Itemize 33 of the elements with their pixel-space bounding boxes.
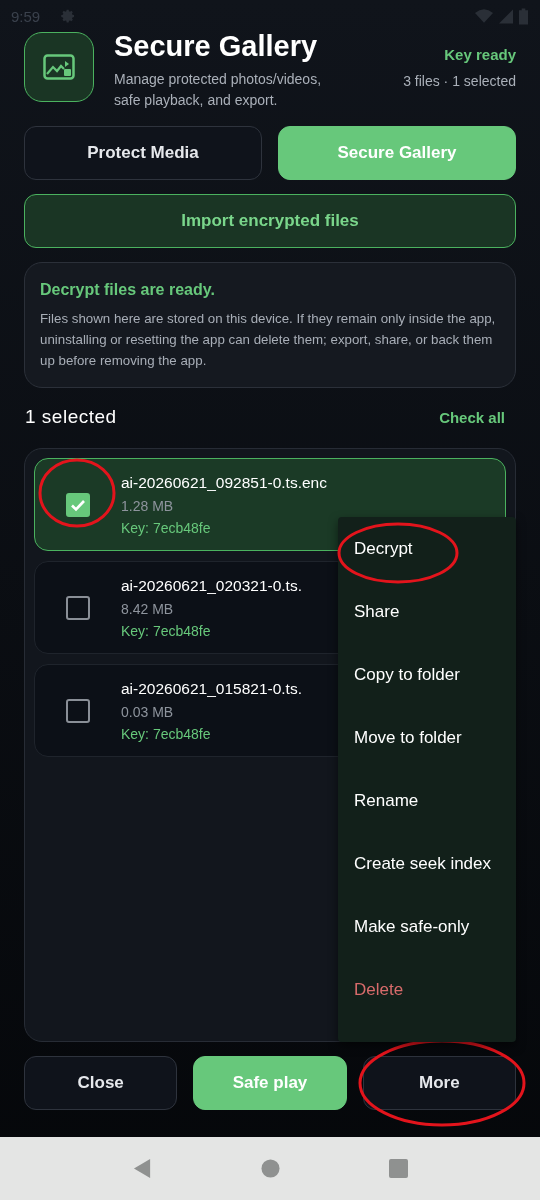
menu-item[interactable]: Make safe-only	[338, 906, 516, 948]
notice-title: Decrypt files are ready.	[40, 281, 216, 299]
file-size: 1.28 MB	[121, 497, 175, 514]
selection-count: 1 selected	[25, 406, 117, 428]
file-size: 0.03 MB	[121, 703, 175, 720]
menu-item[interactable]: Rename	[338, 780, 516, 822]
file-key: Key: 7ecb48fe	[121, 519, 327, 536]
file-name: ai-20260621_092851-0.ts.enc	[121, 473, 327, 492]
notice-text: Files shown here are stored on this device. If they remain only inside the app, uninstalling or resetting the app can delete them; export, share, or back them up before removing the app.	[40, 310, 497, 370]
file-key: Key: 7ecb48fe	[121, 725, 302, 742]
app-title: Secure Gallery	[114, 30, 319, 63]
check-all-link[interactable]: Check all	[439, 408, 505, 426]
action-button[interactable]: Close	[24, 1056, 178, 1110]
menu-item[interactable]: Delete	[338, 969, 516, 1011]
battery-icon	[519, 7, 528, 25]
file-name: ai-20260621_015821-0.ts.	[121, 679, 302, 698]
file-name: ai-20260621_020321-0.ts.	[121, 576, 302, 595]
file-counts: 3 files · 1 selected	[403, 73, 516, 89]
action-button[interactable]: More	[362, 1056, 516, 1110]
checkbox[interactable]	[66, 698, 90, 723]
file-key: Key: 7ecb48fe	[121, 622, 302, 639]
import-button[interactable]: Import encrypted files	[24, 194, 516, 248]
key-status: Key ready	[443, 46, 516, 63]
settings-icon	[60, 8, 77, 24]
wifi-icon	[475, 8, 493, 24]
checkbox[interactable]	[66, 595, 90, 620]
app-subtitle: Manage protected photos/videos, safe playback, and export.	[114, 70, 323, 110]
file-size: 8.42 MB	[121, 600, 175, 617]
menu-item[interactable]: Create seek index	[338, 843, 516, 885]
signal-icon	[499, 8, 513, 24]
tab[interactable]: Protect Media	[24, 126, 262, 180]
checkbox[interactable]	[66, 492, 90, 517]
app-icon	[24, 32, 94, 102]
